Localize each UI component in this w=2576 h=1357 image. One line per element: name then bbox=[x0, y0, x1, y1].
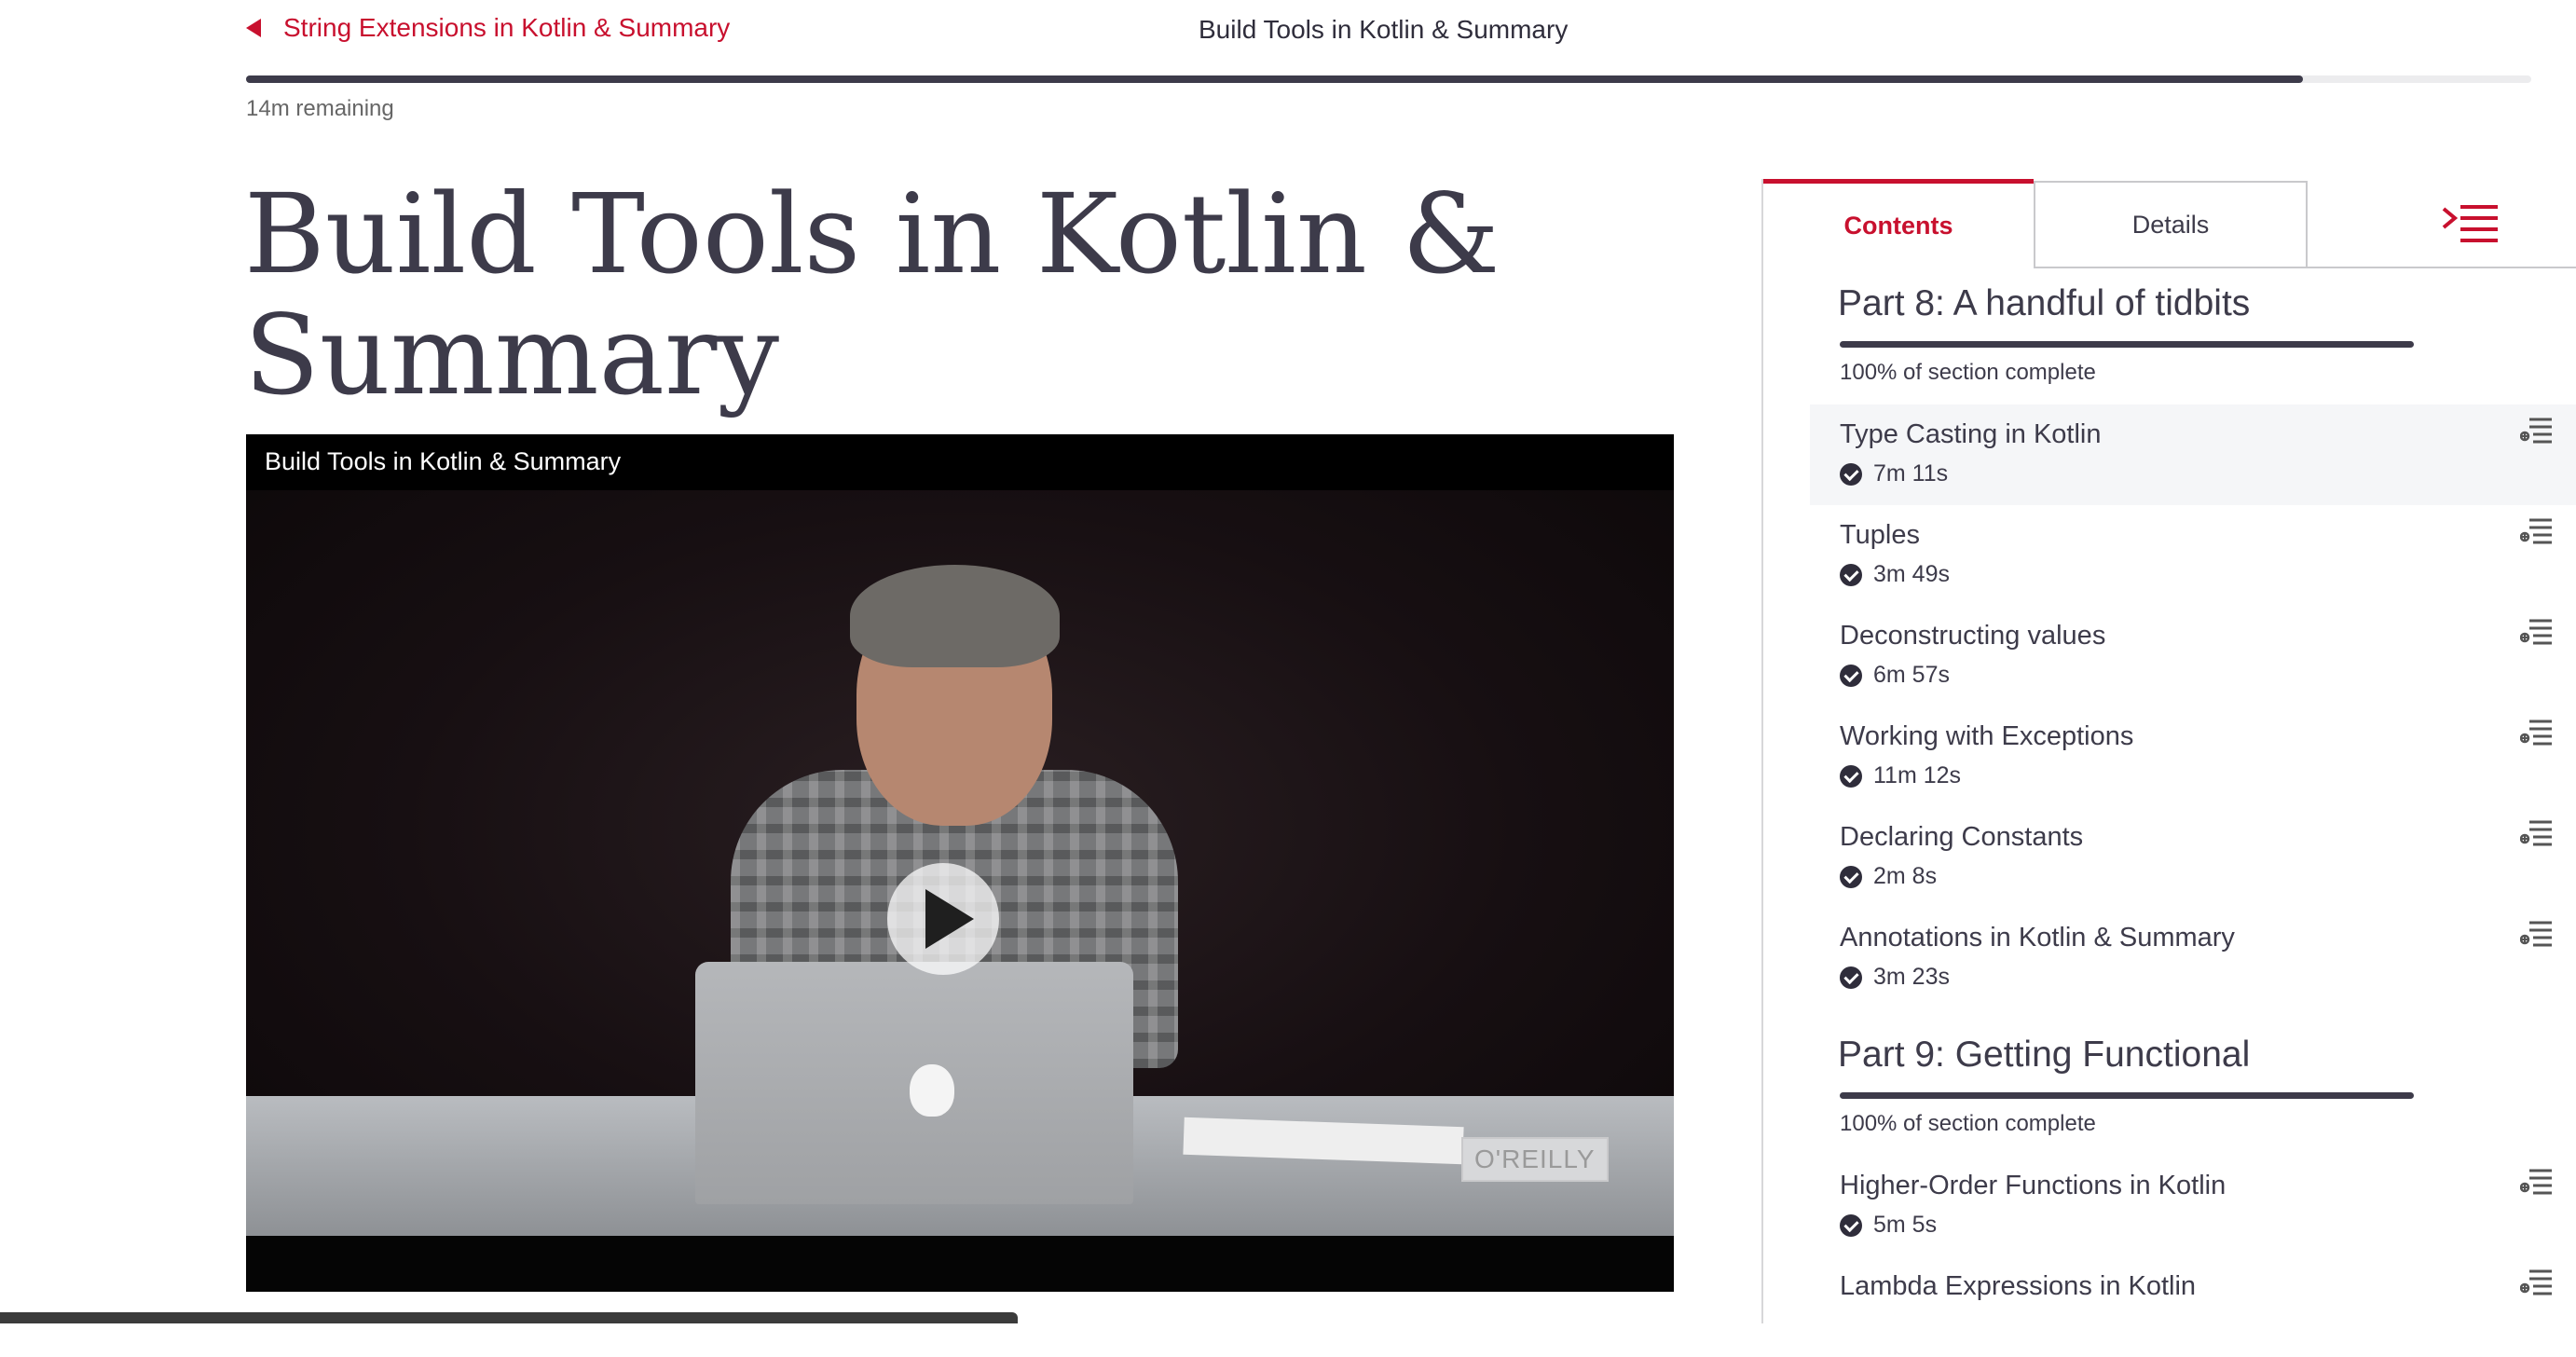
lesson-title: Lambda Expressions in Kotlin bbox=[1840, 1271, 2197, 1301]
lesson-duration: 3m 23s bbox=[1873, 964, 1950, 990]
lesson-item[interactable]: Deconstructing values 6m 57s bbox=[1810, 606, 2576, 706]
collapse-sidebar-button[interactable] bbox=[2440, 201, 2501, 244]
playlist-icon[interactable] bbox=[2520, 516, 2552, 544]
previous-lesson-link[interactable]: String Extensions in Kotlin & Summary bbox=[246, 13, 730, 43]
lesson-duration: 11m 12s bbox=[1873, 762, 1962, 788]
lesson-item[interactable]: Working with Exceptions 11m 12s bbox=[1810, 706, 2576, 807]
tabs-divider bbox=[2308, 267, 2576, 268]
lesson-duration: 6m 57s bbox=[1873, 662, 1950, 688]
lesson-title: Deconstructing values bbox=[1840, 621, 2106, 651]
playlist-icon[interactable] bbox=[2520, 1167, 2552, 1195]
lesson-item[interactable]: Declaring Constants 2m 8s bbox=[1810, 807, 2576, 908]
back-arrow-icon bbox=[246, 19, 261, 37]
completed-check-icon bbox=[1840, 664, 1862, 687]
laptop bbox=[695, 962, 1133, 1204]
completed-check-icon bbox=[1840, 563, 1862, 586]
playlist-icon[interactable] bbox=[2520, 416, 2552, 444]
top-navigation: String Extensions in Kotlin & Summary Bu… bbox=[0, 0, 2576, 65]
apple-logo-icon bbox=[910, 1064, 954, 1117]
play-button[interactable] bbox=[887, 863, 999, 975]
video-title-bar: Build Tools in Kotlin & Summary bbox=[246, 434, 1674, 490]
lesson-meta: 6m 57s bbox=[1840, 662, 1950, 689]
lesson-item[interactable]: Type Casting in Kotlin 7m 11s bbox=[1810, 404, 2576, 505]
lesson-item[interactable]: Lambda Expressions in Kotlin bbox=[1810, 1256, 2576, 1357]
lesson-meta: 3m 49s bbox=[1840, 561, 1950, 588]
lesson-title: Tuples bbox=[1840, 520, 1920, 550]
bottom-toolbar[interactable] bbox=[0, 1312, 1018, 1323]
course-progress-bar bbox=[246, 75, 2531, 83]
lesson-meta: 2m 8s bbox=[1840, 863, 1937, 890]
lesson-duration: 2m 8s bbox=[1873, 863, 1938, 889]
lesson-item[interactable]: Tuples 3m 49s bbox=[1810, 505, 2576, 606]
lesson-duration: 5m 5s bbox=[1873, 1212, 1938, 1238]
lesson-title: Annotations in Kotlin & Summary bbox=[1840, 923, 2235, 953]
section-title: Part 9: Getting Functional bbox=[1838, 1035, 2251, 1075]
contents-sidebar: Contents Details Part 8: A handful of ti… bbox=[1761, 179, 2576, 1323]
lesson-meta: 3m 23s bbox=[1840, 964, 1950, 991]
play-icon bbox=[925, 889, 974, 949]
lesson-title: Working with Exceptions bbox=[1840, 721, 2134, 751]
completed-check-icon bbox=[1840, 764, 1862, 788]
playlist-icon[interactable] bbox=[2520, 919, 2552, 947]
section-status: 100% of section complete bbox=[1840, 1111, 2096, 1136]
lesson-title: Higher-Order Functions in Kotlin bbox=[1840, 1171, 2227, 1200]
completed-check-icon bbox=[1840, 1213, 1862, 1237]
lesson-item[interactable]: Higher-Order Functions in Kotlin 5m 5s bbox=[1810, 1156, 2576, 1256]
lesson-title: Declaring Constants bbox=[1840, 822, 2084, 852]
current-lesson-title: Build Tools in Kotlin & Summary bbox=[1199, 15, 1569, 44]
page-title: Build Tools in Kotlin & Summary bbox=[244, 170, 1500, 419]
completed-check-icon bbox=[1840, 865, 1862, 888]
presenter-hair bbox=[850, 565, 1060, 667]
playlist-icon[interactable] bbox=[2520, 617, 2552, 645]
oreilly-watermark: O'REILLY bbox=[1461, 1137, 1609, 1182]
section-title: Part 8: A handful of tidbits bbox=[1838, 283, 2251, 323]
lesson-title: Type Casting in Kotlin bbox=[1840, 419, 2102, 449]
sidebar-tabs: Contents Details bbox=[1763, 179, 2576, 268]
video-title: Build Tools in Kotlin & Summary bbox=[265, 447, 622, 475]
lesson-item[interactable]: Annotations in Kotlin & Summary 3m 23s bbox=[1810, 908, 2576, 1008]
playlist-icon[interactable] bbox=[2520, 718, 2552, 746]
completed-check-icon bbox=[1840, 966, 1862, 989]
lesson-meta: 5m 5s bbox=[1840, 1212, 1937, 1239]
completed-check-icon bbox=[1840, 462, 1862, 486]
section-progress-bar bbox=[1840, 1092, 2414, 1099]
lesson-duration: 7m 11s bbox=[1873, 460, 1949, 487]
lesson-meta: 7m 11s bbox=[1840, 460, 1948, 487]
section-status: 100% of section complete bbox=[1840, 360, 2096, 385]
lesson-duration: 3m 49s bbox=[1873, 561, 1950, 587]
tab-contents[interactable]: Contents bbox=[1763, 179, 2034, 268]
lesson-meta: 11m 12s bbox=[1840, 762, 1961, 789]
course-progress-fill bbox=[246, 75, 2303, 83]
section-progress-bar bbox=[1840, 341, 2414, 348]
playlist-icon[interactable] bbox=[2520, 818, 2552, 846]
tab-details[interactable]: Details bbox=[2034, 181, 2308, 268]
collapse-list-icon bbox=[2442, 205, 2498, 242]
time-remaining: 14m remaining bbox=[246, 96, 394, 121]
video-scene: O'REILLY bbox=[246, 490, 1674, 1236]
playlist-icon[interactable] bbox=[2520, 1268, 2552, 1295]
previous-lesson-label: String Extensions in Kotlin & Summary bbox=[283, 13, 731, 42]
